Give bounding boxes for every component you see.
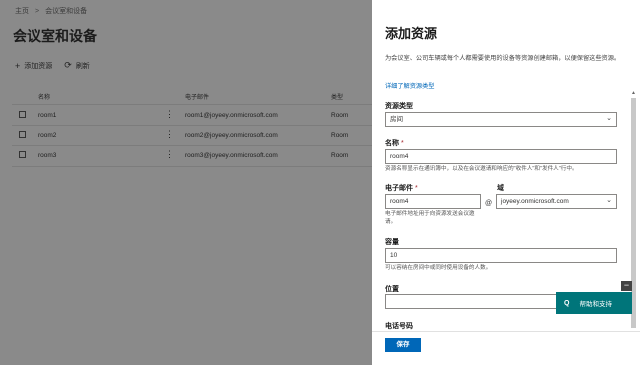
location-label: 位置 — [385, 286, 399, 293]
row-type: Room — [331, 112, 349, 119]
list-header: 名称 电子邮件 类型 — [0, 92, 372, 102]
capacity-label: 容量 — [385, 239, 399, 246]
capacity-input-value: 10 — [390, 252, 398, 259]
email-label-text: 电子邮件 — [385, 185, 413, 192]
row-name[interactable]: room1 — [38, 112, 56, 119]
refresh-label: 刷新 — [75, 62, 90, 70]
name-input[interactable]: room4 — [385, 149, 617, 164]
more-options-icon[interactable]: ⋮ — [165, 129, 174, 140]
name-hint: 资源名称显示在通讯簿中，以及在会议邀请和响应的"收件人"和"发件人"行中。 — [385, 166, 578, 172]
row-email: room1@joyeey.onmicrosoft.com — [185, 112, 278, 119]
column-name[interactable]: 名称 — [38, 92, 50, 101]
capacity-input[interactable]: 10 — [385, 248, 617, 263]
panel-footer-divider — [372, 331, 640, 332]
column-type[interactable]: 类型 — [331, 92, 343, 101]
required-mark: * — [401, 140, 404, 147]
panel-title: 添加资源 — [385, 26, 438, 41]
save-button[interactable]: 保存 — [385, 338, 421, 352]
help-support-button[interactable]: Q 帮助和支持 — [556, 292, 632, 314]
at-sign: @ — [485, 200, 493, 207]
phone-label: 电话号码 — [385, 323, 413, 330]
column-email[interactable]: 电子邮件 — [185, 92, 209, 101]
chevron-down-icon: ⌄ — [606, 115, 612, 122]
toolbar: + 添加资源 ⟳ 刷新 — [15, 60, 90, 71]
panel-description: 为会议室、公司车辆或每个人都需要使用的设备等资源创建邮箱，以便保留这些资源。 — [385, 55, 621, 62]
page-title: 会议室和设备 — [13, 28, 97, 44]
resource-type-select[interactable]: 房间 ⌄ — [385, 112, 617, 127]
learn-resource-types-link[interactable]: 详细了解资源类型 — [385, 81, 435, 90]
domain-label: 域 — [497, 185, 504, 192]
table-row[interactable]: room2 ⋮ room2@joyeey.onmicrosoft.com Roo… — [0, 126, 372, 146]
row-type: Room — [331, 152, 349, 159]
help-chat-icon: Q — [564, 299, 570, 307]
scroll-up-arrow-icon[interactable]: ▲ — [631, 90, 636, 96]
breadcrumb-separator: > — [35, 7, 40, 15]
table-row[interactable]: room1 ⋮ room1@joyeey.onmicrosoft.com Roo… — [0, 106, 372, 126]
row-checkbox[interactable] — [19, 111, 26, 118]
plus-icon: + — [15, 60, 21, 71]
email-input[interactable]: room4 — [385, 194, 481, 209]
table-row[interactable]: room3 ⋮ room3@joyeey.onmicrosoft.com Roo… — [0, 146, 372, 166]
resource-type-label: 资源类型 — [385, 103, 413, 110]
divider — [12, 104, 372, 105]
breadcrumb-current: 会议室和设备 — [45, 8, 88, 15]
row-name[interactable]: room3 — [38, 152, 56, 159]
divider — [12, 166, 372, 167]
row-checkbox[interactable] — [19, 131, 26, 138]
email-hint: 电子邮件地址用于向资源发送会议邀请。 — [385, 211, 475, 225]
row-email: room2@joyeey.onmicrosoft.com — [185, 132, 278, 139]
name-label: 名称 * — [385, 138, 404, 148]
capacity-hint: 可以容纳在房间中或同时使用设备的人数。 — [385, 265, 492, 271]
help-support-label: 帮助和支持 — [579, 301, 612, 308]
row-name[interactable]: room2 — [38, 132, 56, 139]
name-input-value: room4 — [390, 153, 409, 160]
more-options-icon[interactable]: ⋮ — [165, 109, 174, 120]
refresh-button[interactable]: ⟳ 刷新 — [64, 60, 90, 71]
row-email: room3@joyeey.onmicrosoft.com — [185, 152, 278, 159]
add-resource-button[interactable]: + 添加资源 — [15, 61, 52, 71]
required-mark: * — [415, 185, 418, 192]
name-label-text: 名称 — [385, 140, 399, 147]
email-label: 电子邮件 * — [385, 183, 418, 193]
email-input-value: room4 — [390, 198, 409, 205]
domain-select[interactable]: joyeey.onmicrosoft.com ⌄ — [496, 194, 617, 209]
breadcrumb: 主页 > 会议室和设备 — [15, 6, 87, 16]
refresh-icon: ⟳ — [64, 60, 72, 70]
add-resource-label: 添加资源 — [24, 62, 53, 70]
domain-value: joyeey.onmicrosoft.com — [501, 198, 569, 205]
more-options-icon[interactable]: ⋮ — [165, 149, 174, 160]
resource-type-value: 房间 — [390, 116, 403, 123]
row-type: Room — [331, 132, 349, 139]
breadcrumb-home[interactable]: 主页 — [15, 6, 29, 16]
chevron-down-icon: ⌄ — [606, 197, 612, 204]
row-checkbox[interactable] — [19, 151, 26, 158]
minimize-help-button[interactable]: − — [621, 281, 632, 291]
